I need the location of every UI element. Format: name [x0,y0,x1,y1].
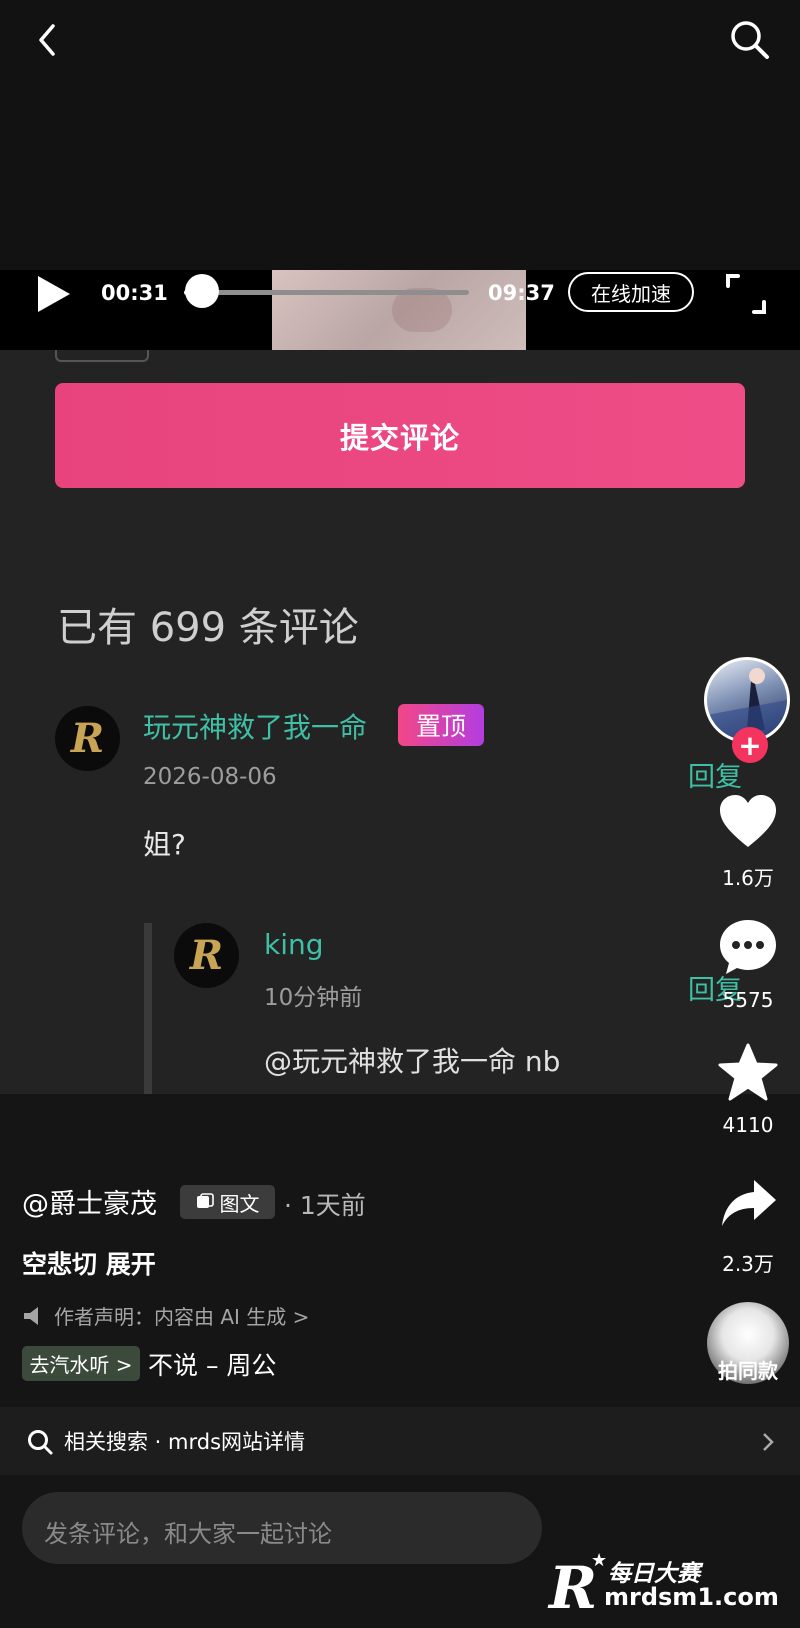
favorite-count: 4110 [722,1113,774,1137]
music-title[interactable]: 不说 – 周公 [148,1346,276,1382]
chevron-right-icon [758,1430,778,1454]
same-style-label[interactable]: 拍同款 [700,1355,796,1384]
avatar[interactable]: R [55,706,120,771]
svg-text:R: R [547,1554,597,1620]
avatar[interactable]: R [174,923,239,988]
reply-text: @玩元神救了我一命 nb [264,1045,561,1078]
comment-text: 姐? [143,828,186,861]
post-time: · 1天前 [284,1191,366,1220]
duration: 09:37 [488,281,555,305]
comment-input-placeholder: 发条评论，和大家一起讨论 [44,1520,332,1548]
share-count: 2.3万 [722,1252,774,1276]
video-top-area [0,0,800,270]
play-icon[interactable] [34,274,74,314]
back-icon[interactable] [28,20,68,60]
reply-username[interactable]: king [264,928,324,961]
post-type-badge: 图文 [180,1185,275,1219]
post-caption[interactable]: 空悲切 展开 [22,1245,156,1281]
star-icon[interactable] [718,1043,778,1101]
fullscreen-icon[interactable] [724,272,768,316]
share-icon[interactable] [720,1178,778,1228]
pinned-badge: 置顶 [398,704,484,746]
comment-count-rail: 5575 [722,988,774,1012]
svg-text:★: ★ [591,1550,607,1571]
input-box-edge [55,350,149,362]
megaphone-icon [24,1306,38,1325]
comment-count: 已有 699 条评论 [57,605,359,651]
watermark-domain: mrdsm1.com [604,1583,779,1611]
reply-time: 10分钟前 [264,985,363,1011]
search-icon [26,1428,54,1456]
music-app-chip[interactable]: 去汽水听 > [22,1346,140,1381]
ai-disclaimer[interactable]: 作者声明：内容由 AI 生成 > [22,1301,309,1330]
follow-button[interactable]: + [732,727,768,763]
progress-handle[interactable] [185,274,219,308]
current-time: 00:31 [101,281,168,305]
related-search-text[interactable]: 相关搜索 · mrds网站详情 [64,1426,305,1456]
comment-date: 2026-08-06 [143,764,277,790]
thread-line [144,923,152,1094]
progress-track[interactable] [184,290,469,295]
comment-username[interactable]: 玩元神救了我一命 [143,706,367,746]
submit-comment-button[interactable]: 提交评论 [55,383,745,488]
like-count: 1.6万 [722,866,774,890]
heart-icon[interactable] [718,793,778,849]
image-text-icon [196,1193,214,1208]
search-icon[interactable] [726,16,772,62]
speed-button[interactable]: 在线加速 [568,272,694,312]
reply-button[interactable]: 回复 [688,755,742,794]
comment-icon[interactable] [718,918,778,976]
author-name[interactable]: @爵士豪茂 [22,1182,157,1221]
